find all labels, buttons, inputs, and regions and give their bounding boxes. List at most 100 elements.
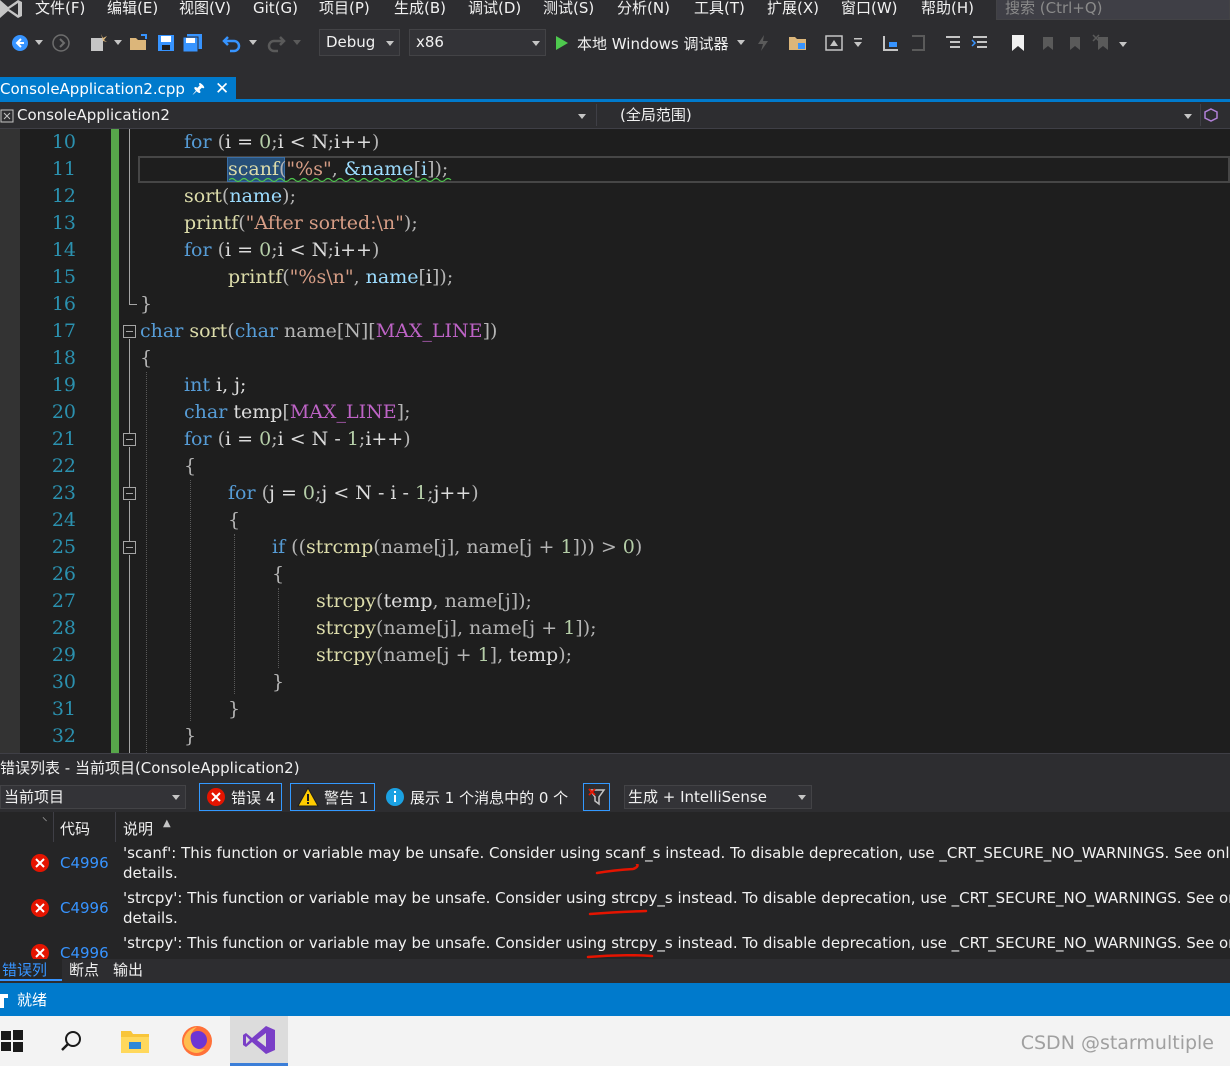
line-number: 15 — [51, 266, 76, 288]
undo-icon[interactable] — [220, 32, 244, 54]
code-editor[interactable]: 10 11 12 13 14 15 16 17 18 19 20 21 22 2… — [0, 129, 1230, 753]
code-line: for (i = 0;i < N - 1;i++) — [184, 428, 411, 450]
navigate-back-icon[interactable] — [8, 32, 32, 54]
back-dropdown-icon[interactable] — [33, 32, 45, 54]
code-line: int i, j; — [184, 374, 247, 396]
new-dropdown-icon[interactable] — [112, 32, 124, 54]
redo-icon[interactable] — [264, 32, 288, 54]
column-header-code[interactable]: 代码 — [60, 818, 90, 839]
solution-explorer-icon[interactable] — [786, 32, 810, 54]
error-list-header: ⸌ 代码 说明 ▲ — [0, 812, 1230, 842]
collapse-icon[interactable] — [123, 325, 136, 338]
toolbar-options-icon[interactable] — [1116, 32, 1130, 54]
code-line: strcpy(name[j], name[j + 1]); — [316, 617, 597, 639]
file-explorer-icon[interactable] — [106, 1016, 164, 1066]
tab-breakpoints[interactable]: 断点 — [67, 959, 101, 981]
menu-build[interactable]: 生成(B) — [394, 0, 446, 20]
menu-edit[interactable]: 编辑(E) — [107, 0, 158, 20]
step-over-icon[interactable] — [879, 32, 903, 54]
start-debugging-button[interactable]: 本地 Windows 调试器 — [555, 32, 755, 54]
menu-project[interactable]: 项目(P) — [319, 0, 370, 20]
filter-toggle-button[interactable] — [583, 783, 610, 811]
line-number: 19 — [51, 374, 76, 396]
filter-icon — [587, 788, 605, 806]
menu-extensions[interactable]: 扩展(X) — [767, 0, 819, 20]
collapse-icon[interactable] — [123, 433, 136, 446]
uncomment-lines-icon[interactable] — [969, 32, 993, 54]
member-combo[interactable] — [1204, 104, 1230, 128]
line-number: 14 — [51, 239, 76, 261]
code-line: char sort(char name[N][MAX_LINE]) — [140, 320, 498, 342]
visual-studio-taskbar-icon[interactable] — [230, 1016, 288, 1066]
chevron-down-icon — [532, 41, 540, 46]
error-list-title-bar: 错误列表 - 当前项目(ConsoleApplication2) — [0, 753, 1230, 782]
warnings-filter-button[interactable]: 警告 1 — [290, 783, 376, 811]
windows-start-icon[interactable] — [0, 1016, 24, 1066]
solution-platform-combo[interactable]: x86 — [409, 29, 546, 56]
messages-filter-button[interactable]: 展示 1 个消息中的 0 个 — [378, 783, 576, 811]
menu-help[interactable]: 帮助(H) — [921, 0, 974, 20]
menu-analyze[interactable]: 分析(N) — [617, 0, 670, 20]
tab-output[interactable]: 输出 — [111, 959, 145, 981]
chevron-down-icon — [1184, 114, 1192, 119]
column-header-description[interactable]: 说明 — [123, 818, 153, 839]
error-description-continued: details. — [123, 864, 178, 882]
navbar-divider — [1200, 104, 1201, 126]
comment-lines-icon[interactable] — [942, 32, 966, 54]
undo-dropdown-icon[interactable] — [247, 32, 259, 54]
error-list-rows: C4996 'scanf': This function or variable… — [0, 842, 1230, 959]
project-combo[interactable]: ConsoleApplication2 — [0, 104, 590, 128]
build-source-combo[interactable]: 生成 + IntelliSense — [624, 785, 812, 809]
tab-error-list[interactable]: 错误列表 — [0, 959, 62, 1001]
collapse-icon[interactable] — [123, 541, 136, 554]
info-icon — [386, 788, 404, 806]
line-number: 17 — [51, 320, 76, 342]
menu-window[interactable]: 窗口(W) — [841, 0, 898, 20]
browser-link-icon[interactable] — [822, 32, 846, 54]
firefox-icon[interactable] — [168, 1016, 226, 1066]
indicator-margin — [0, 129, 20, 753]
configuration-value: Debug — [326, 33, 376, 51]
search-icon[interactable] — [43, 1016, 101, 1066]
error-description: 'strcpy': This function or variable may … — [123, 889, 1230, 907]
redo-dropdown-icon[interactable] — [291, 32, 303, 54]
scope-filter-value: 当前项目 — [4, 788, 65, 806]
scope-combo[interactable]: (全局范围) — [620, 104, 1196, 128]
menu-view[interactable]: 视图(V) — [179, 0, 231, 20]
menu-test[interactable]: 测试(S) — [543, 0, 594, 20]
visual-studio-logo-icon[interactable] — [0, 0, 24, 20]
error-code-link[interactable]: C4996 — [60, 854, 109, 873]
next-bookmark-icon[interactable] — [1061, 32, 1085, 54]
error-code-link[interactable]: C4996 — [60, 944, 109, 959]
scope-filter-combo[interactable]: 当前项目 — [0, 785, 186, 809]
step-into-icon[interactable] — [906, 32, 930, 54]
open-folder-icon[interactable] — [127, 32, 151, 54]
indent-guide — [190, 480, 191, 721]
code-line: { — [140, 347, 153, 369]
collapse-icon[interactable] — [123, 487, 136, 500]
toolbar-overflow-icon[interactable] — [851, 32, 865, 54]
new-project-icon[interactable] — [86, 32, 110, 54]
bookmark-icon[interactable] — [1006, 32, 1030, 54]
clear-bookmarks-icon[interactable] — [1089, 32, 1113, 54]
error-code-link[interactable]: C4996 — [60, 899, 109, 918]
menu-debug[interactable]: 调试(D) — [468, 0, 521, 20]
navigate-forward-icon[interactable] — [50, 32, 72, 54]
code-line: scanf("%s", &name[i]); — [228, 158, 449, 180]
save-icon[interactable] — [155, 32, 177, 54]
navbar-divider — [596, 104, 597, 126]
menu-git[interactable]: Git(G) — [253, 0, 298, 20]
start-debugging-label: 本地 Windows 调试器 — [577, 34, 729, 53]
solution-configuration-combo[interactable]: Debug — [319, 29, 400, 56]
search-input[interactable]: 搜索 (Ctrl+Q) — [996, 0, 1230, 20]
sort-indicator-icon[interactable]: ⸌ — [42, 814, 48, 829]
errors-filter-button[interactable]: 错误 4 — [199, 783, 283, 811]
menu-tools[interactable]: 工具(T) — [694, 0, 745, 20]
standard-toolbar: Debug x86 本地 Windows 调试器 — [0, 24, 1230, 64]
status-text: 就绪 — [17, 991, 48, 1009]
previous-bookmark-icon[interactable] — [1034, 32, 1058, 54]
indent-guide — [278, 588, 279, 668]
save-all-icon[interactable] — [181, 32, 205, 54]
menu-file[interactable]: 文件(F) — [35, 0, 85, 20]
hot-reload-icon[interactable] — [752, 32, 774, 54]
